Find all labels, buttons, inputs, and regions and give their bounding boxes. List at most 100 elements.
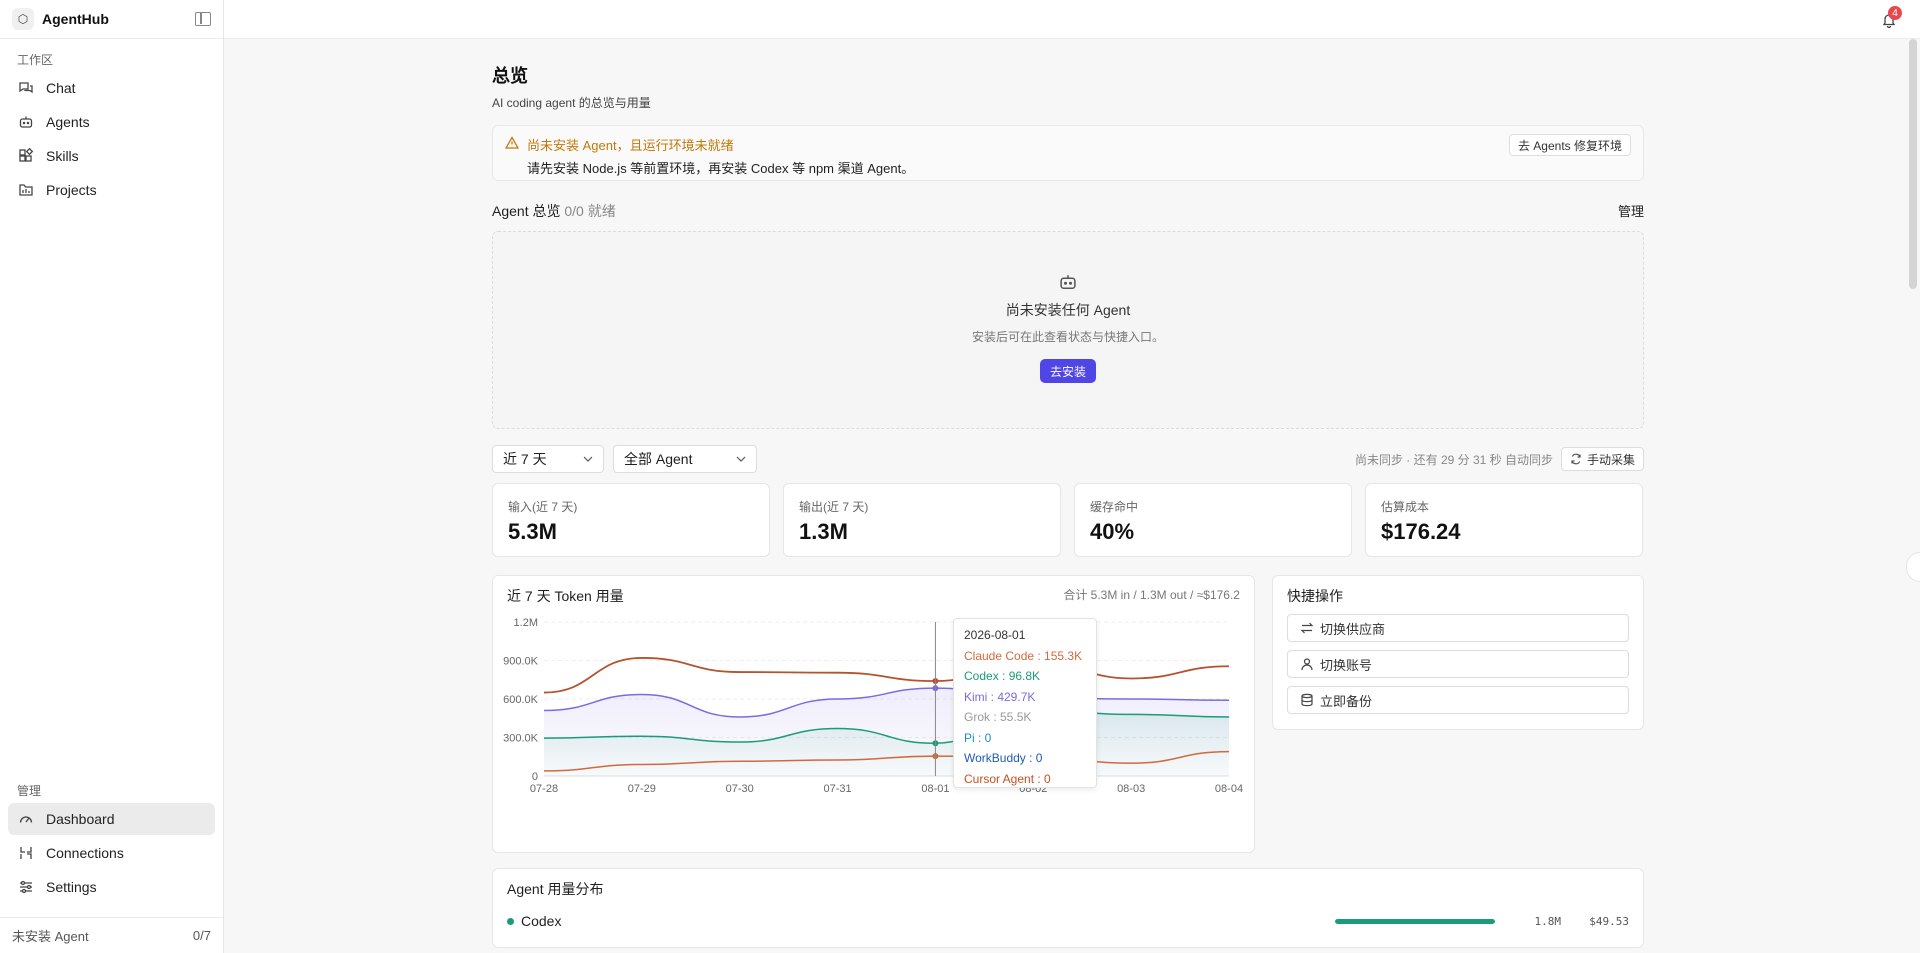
distribution-title: Agent 用量分布 bbox=[507, 881, 604, 897]
tooltip-row: Cursor Agent : 0 bbox=[964, 771, 1051, 786]
stat-card-cache-hit: 缓存命中 40% bbox=[1074, 483, 1352, 557]
tooltip-row: WorkBuddy : 0 bbox=[964, 751, 1043, 765]
manual-collect-button[interactable]: 手动采集 bbox=[1560, 447, 1644, 471]
agent-empty-state: 尚未安装任何 Agent 安装后可在此查看状态与快捷入口。 去安装 bbox=[492, 231, 1644, 429]
x-tick-label: 07-28 bbox=[530, 783, 558, 795]
sidebar-item-dashboard[interactable]: Dashboard bbox=[8, 803, 215, 835]
top-bar: 4 bbox=[224, 0, 1920, 39]
agent-install-count: 0/7 bbox=[192, 928, 211, 943]
chart-summary: 合计 5.3M in / 1.3M out / ≈$176.2 bbox=[1063, 588, 1240, 602]
switch-account-button[interactable]: 切换账号 bbox=[1287, 650, 1629, 678]
backup-now-button[interactable]: 立即备份 bbox=[1287, 686, 1629, 714]
usage-bar-fill bbox=[1335, 918, 1495, 924]
sidebar-item-skills[interactable]: Skills bbox=[8, 140, 215, 172]
agent-overview-title: Agent 总览 bbox=[492, 203, 561, 219]
chat-icon bbox=[18, 80, 34, 96]
y-tick-label: 600.0K bbox=[503, 694, 539, 706]
agent-select[interactable]: 全部 Agent bbox=[613, 445, 757, 473]
stat-card-output: 输出(近 7 天) 1.3M bbox=[783, 483, 1061, 557]
alert-title: 尚未安装 Agent，且运行环境未就绪 bbox=[527, 138, 734, 153]
workspace-label: 工作区 bbox=[17, 53, 54, 67]
quick-actions-card: 快捷操作 切换供应商 切换账号 立即备份 bbox=[1272, 575, 1644, 730]
chart-title: 近 7 天 Token 用量 bbox=[507, 588, 624, 604]
database-icon bbox=[1300, 693, 1314, 707]
brand: ⬡ AgentHub bbox=[0, 0, 223, 39]
stat-label: 缓存命中 bbox=[1090, 500, 1139, 514]
main-content: 总览 AI coding agent 的总览与用量 尚未安装 Agent，且运行… bbox=[492, 62, 1644, 948]
user-icon bbox=[1300, 657, 1314, 671]
stat-card-cost: 估算成本 $176.24 bbox=[1365, 483, 1643, 557]
agent-ready-count: 0/0 就绪 bbox=[564, 203, 616, 219]
alert-text: 请先安装 Node.js 等前置环境，再安装 Codex 等 npm 渠道 Ag… bbox=[527, 161, 915, 176]
distribution-row: Codex 1.8M $49.53 bbox=[507, 913, 1629, 929]
sidebar-item-label: Connections bbox=[46, 845, 124, 861]
distribution-cost: $49.53 bbox=[1589, 914, 1629, 928]
sidebar-item-connections[interactable]: Connections bbox=[8, 837, 215, 869]
x-tick-label: 07-31 bbox=[824, 783, 852, 795]
distribution-tokens: 1.8M bbox=[1534, 914, 1562, 928]
quick-action-label: 切换账号 bbox=[1320, 657, 1373, 673]
link-icon bbox=[18, 845, 34, 861]
quick-action-label: 立即备份 bbox=[1320, 693, 1373, 709]
manage-link[interactable]: 管理 bbox=[1618, 201, 1644, 221]
tooltip-row: Claude Code : 155.3K bbox=[964, 648, 1083, 663]
sidebar-item-label: Agents bbox=[46, 114, 90, 130]
quick-action-label: 切换供应商 bbox=[1320, 621, 1386, 637]
switch-provider-button[interactable]: 切换供应商 bbox=[1287, 614, 1629, 642]
x-tick-label: 08-03 bbox=[1117, 783, 1145, 795]
filters-bar: 近 7 天 全部 Agent 尚未同步 · 还有 29 分 31 秒 自动同步 … bbox=[492, 445, 1644, 473]
series-dot bbox=[507, 917, 514, 925]
tooltip-row: Grok : 55.5K bbox=[964, 710, 1032, 724]
range-select-value: 近 7 天 bbox=[503, 451, 547, 467]
x-tick-label: 07-29 bbox=[628, 783, 656, 795]
sync-status: 尚未同步 · 还有 29 分 31 秒 自动同步 bbox=[1354, 452, 1553, 467]
empty-title: 尚未安装任何 Agent bbox=[1005, 302, 1131, 318]
agent-select-value: 全部 Agent bbox=[624, 451, 693, 467]
sidebar-collapse-icon[interactable] bbox=[195, 12, 211, 26]
y-tick-label: 900.0K bbox=[503, 656, 539, 668]
stat-label: 输出(近 7 天) bbox=[799, 500, 869, 514]
refresh-icon bbox=[1571, 453, 1581, 465]
sidebar-item-projects[interactable]: Projects bbox=[8, 174, 215, 206]
empty-subtitle: 安装后可在此查看状态与快捷入口。 bbox=[971, 330, 1164, 344]
tooltip-row: Codex : 96.8K bbox=[964, 669, 1041, 683]
folder-icon bbox=[18, 182, 34, 198]
range-select[interactable]: 近 7 天 bbox=[492, 445, 604, 473]
sidebar-item-label: Settings bbox=[46, 879, 97, 895]
usage-bar bbox=[1335, 918, 1495, 924]
x-tick-label: 08-04 bbox=[1215, 783, 1243, 795]
app-name: AgentHub bbox=[42, 11, 109, 27]
sidebar-bottom: 管理 Dashboard Connections Settings 未安装 Ag… bbox=[0, 770, 223, 953]
manage-label: 管理 bbox=[17, 784, 42, 798]
page-scrollbar[interactable] bbox=[1906, 39, 1920, 953]
fix-environment-button[interactable]: 去 Agents 修复环境 bbox=[1508, 134, 1631, 156]
x-tick-label: 07-30 bbox=[726, 783, 754, 795]
stats-row: 输入(近 7 天) 5.3M 输出(近 7 天) 1.3M 缓存命中 40% 估… bbox=[492, 483, 1644, 557]
page-subtitle: AI coding agent 的总览与用量 bbox=[492, 96, 651, 110]
sidebar-item-agents[interactable]: Agents bbox=[8, 106, 215, 138]
stat-value: 40% bbox=[1090, 519, 1135, 544]
hexagon-logo-icon: ⬡ bbox=[12, 8, 34, 30]
tooltip-row: Kimi : 429.7K bbox=[964, 689, 1036, 704]
chart-tooltip: 2026-08-01 Claude Code : 155.3K Codex : 9… bbox=[953, 618, 1097, 788]
chevron-down-icon bbox=[736, 456, 746, 462]
install-button[interactable]: 去安装 bbox=[1039, 359, 1096, 383]
agent-install-status: 未安装 Agent bbox=[12, 929, 89, 944]
y-tick-label: 300.0K bbox=[503, 733, 539, 745]
y-tick-label: 1.2M bbox=[514, 617, 538, 629]
notification-badge: 4 bbox=[1888, 6, 1902, 20]
gauge-icon bbox=[18, 811, 34, 827]
sync-area: 尚未同步 · 还有 29 分 31 秒 自动同步 手动采集 bbox=[1355, 447, 1644, 471]
notification-button[interactable]: 4 bbox=[1882, 6, 1902, 29]
tooltip-date: 2026-08-01 bbox=[964, 628, 1026, 642]
token-usage-chart[interactable]: 0 300.0K 600.0K 900.0K 1.2M 07-28 07-29 07-30 07… bbox=[493, 612, 1256, 854]
sidebar: ⬡ AgentHub 工作区 Chat Agents Skills Projec… bbox=[0, 0, 224, 953]
scrollbar-thumb[interactable] bbox=[1909, 39, 1917, 289]
environment-alert: 尚未安装 Agent，且运行环境未就绪 请先安装 Node.js 等前置环境，再… bbox=[492, 125, 1644, 181]
agent-overview-header: Agent 总览 0/0 就绪 管理 bbox=[492, 201, 1644, 221]
sidebar-item-settings[interactable]: Settings bbox=[8, 871, 215, 903]
stat-label: 输入(近 7 天) bbox=[508, 500, 578, 514]
distribution-agent-name: Codex bbox=[521, 913, 562, 929]
sidebar-item-chat[interactable]: Chat bbox=[8, 72, 215, 104]
sidebar-item-label: Dashboard bbox=[46, 811, 115, 827]
